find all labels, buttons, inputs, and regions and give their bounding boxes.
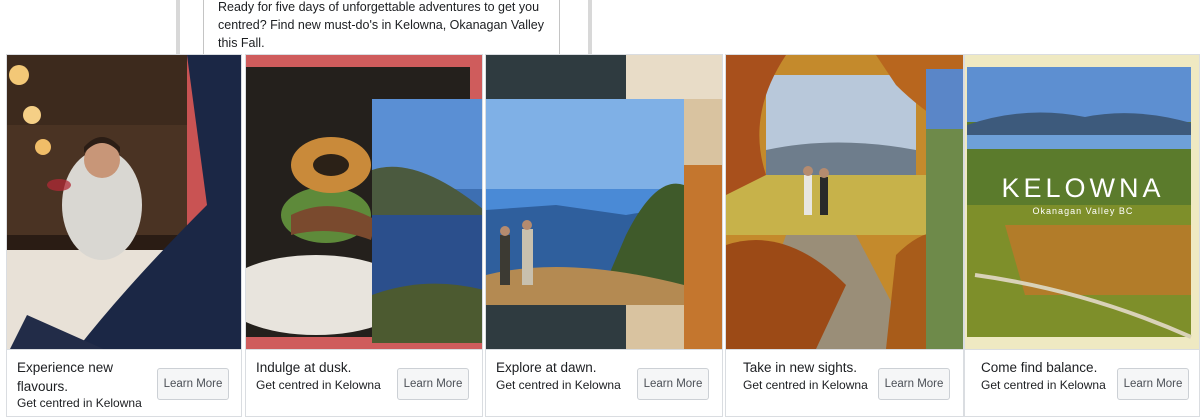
card-image-vineyard-couple[interactable]	[726, 55, 963, 349]
card-image-kelowna-aerial[interactable]: KELOWNA Okanagan Valley BC	[965, 55, 1199, 349]
card-headline: Indulge at dusk.	[256, 360, 352, 375]
carousel-card[interactable]: KELOWNA Okanagan Valley BC Come find bal…	[964, 54, 1200, 417]
carousel-card[interactable]: Take in new sights. Get centred in Kelow…	[725, 54, 964, 417]
card-footer: Take in new sights. Get centred in Kelow…	[726, 349, 963, 416]
carousel-card[interactable]: Indulge at dusk. Get centred in Kelowna …	[245, 54, 483, 417]
carousel-card[interactable]: Explore at dawn. Get centred in Kelowna …	[485, 54, 723, 417]
card-footer: Come find balance. Get centred in Kelown…	[965, 349, 1199, 416]
card-subline: Get centred in Kelowna	[17, 396, 142, 410]
card-footer: Explore at dawn. Get centred in Kelowna …	[486, 349, 722, 416]
card-subline: Get centred in Kelowna	[256, 378, 381, 392]
card-footer: Indulge at dusk. Get centred in Kelowna …	[246, 349, 482, 416]
post-text: Ready for five days of unforgettable adv…	[218, 0, 544, 50]
card-headline: Explore at dawn.	[496, 360, 597, 375]
card-headline: Come find balance.	[981, 360, 1098, 375]
learn-more-button[interactable]: Learn More	[157, 368, 229, 400]
ad-carousel[interactable]: Experience new flavours. Get centred in …	[6, 54, 1200, 417]
carousel-card[interactable]: Experience new flavours. Get centred in …	[6, 54, 242, 417]
logo-wordmark: KELOWNA	[1001, 173, 1165, 203]
learn-more-button[interactable]: Learn More	[397, 368, 469, 400]
card-subline: Get centred in Kelowna	[743, 378, 868, 392]
card-footer: Experience new flavours. Get centred in …	[7, 349, 241, 416]
card-image-restaurant[interactable]	[7, 55, 241, 349]
card-subline: Get centred in Kelowna	[496, 378, 621, 392]
card-image-food[interactable]	[246, 55, 482, 349]
kelowna-logo: KELOWNA Okanagan Valley BC	[965, 173, 1199, 216]
learn-more-button[interactable]: Learn More	[1117, 368, 1189, 400]
card-headline: Experience new flavours.	[17, 360, 114, 394]
learn-more-button[interactable]: Learn More	[637, 368, 709, 400]
learn-more-button[interactable]: Learn More	[878, 368, 950, 400]
logo-tagline: Okanagan Valley BC	[1032, 206, 1134, 216]
card-subline: Get centred in Kelowna	[981, 378, 1106, 392]
card-image-hikers[interactable]	[486, 55, 722, 349]
